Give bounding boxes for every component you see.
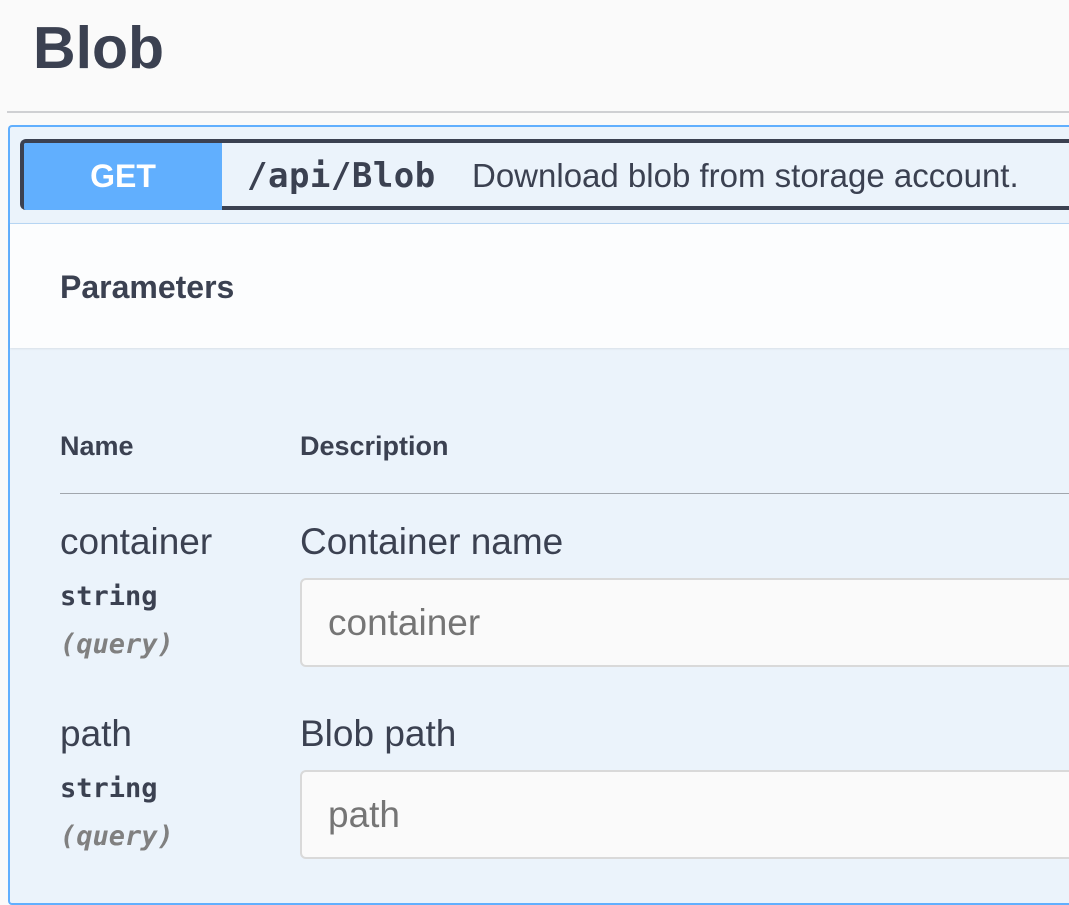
operation-description: Download blob from storage account.: [472, 157, 1019, 194]
operation-path: /api/Blob: [247, 156, 436, 196]
parameter-type: string: [60, 773, 158, 804]
parameter-description: Blob path: [300, 713, 457, 754]
parameter-location: (query): [60, 629, 174, 660]
container-input[interactable]: [300, 578, 1069, 667]
parameters-header: Parameters: [10, 223, 1069, 348]
path-input[interactable]: [300, 770, 1069, 859]
operation-block-get: GET /api/Blob Download blob from storage…: [8, 125, 1069, 905]
section-title[interactable]: Blob: [33, 14, 164, 82]
table-divider: [60, 493, 1069, 494]
section-divider: [7, 111, 1069, 113]
operation-summary[interactable]: GET /api/Blob Download blob from storage…: [20, 139, 1069, 210]
parameter-description: Container name: [300, 521, 564, 562]
parameter-type: string: [60, 581, 158, 612]
parameter-name: path: [60, 713, 133, 754]
method-badge: GET: [24, 143, 222, 210]
column-header-description: Description: [300, 431, 449, 461]
parameters-title: Parameters: [60, 269, 235, 305]
column-header-name: Name: [60, 431, 134, 461]
parameter-name: container: [60, 521, 213, 562]
parameter-location: (query): [60, 821, 174, 852]
